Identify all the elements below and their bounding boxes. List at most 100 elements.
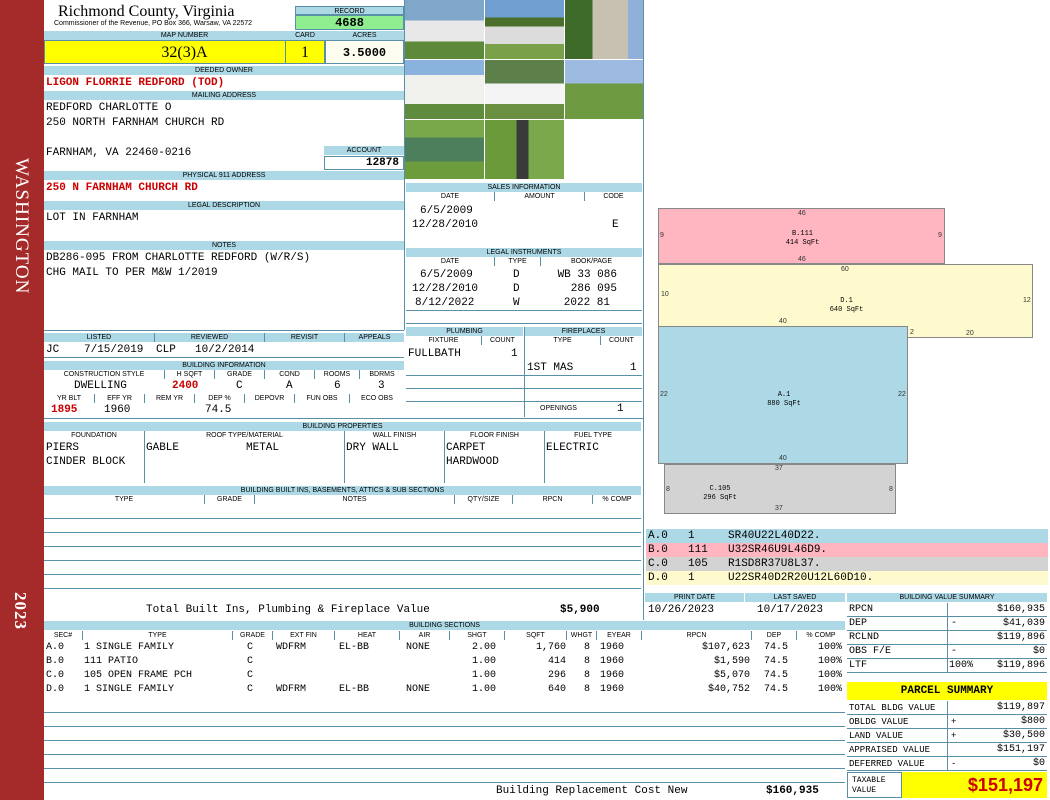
value-value: $0 [1032, 646, 1045, 657]
bedrooms: 3 [378, 380, 385, 392]
section-rpcn: $107,623 [701, 642, 750, 653]
physical-address-label: PHYSICAL 911 ADDRESS [44, 171, 404, 180]
builtins-columns: TYPE GRADE NOTES QTY/SIZE RPCN % COMP [44, 495, 641, 504]
parcel-value: $119,897 [996, 702, 1045, 713]
taxable-value: $151,197 [902, 772, 1047, 798]
value-value: $119,896 [996, 632, 1045, 643]
photo-vehicle[interactable] [485, 60, 564, 119]
section-row: D.0 1 SINGLE FAMILY C WDFRM EL-BB NONE 1.00 640… [44, 683, 844, 697]
section-whgt: 8 [583, 656, 590, 667]
listed-by: JC [46, 344, 60, 356]
properties-columns: FOUNDATION ROOF TYPE/MATERIAL WALL FINIS… [44, 431, 641, 440]
photo-carport[interactable] [565, 60, 644, 119]
reviewed-date: 10/2/2014 [195, 344, 255, 356]
section-grade: C [247, 656, 254, 667]
legal-description-label: LEGAL DESCRIPTION [44, 201, 404, 210]
roof-type: GABLE [146, 442, 180, 454]
value-summary-row: RCLND $119,896 [847, 631, 1047, 645]
building-properties-label: BUILDING PROPERTIES [44, 422, 641, 431]
instrument-2-book: 286 095 [570, 283, 617, 295]
card-label: CARD [285, 31, 325, 40]
section-ext: WDFRM [276, 642, 307, 653]
sketch-area-a[interactable]: A.1 880 SqFt [658, 326, 908, 464]
parcel-summary-row: APPRAISED VALUE $151,197 [847, 743, 1047, 757]
listing-columns: LISTED REVIEWED REVISIT APPEALS [44, 333, 404, 342]
segment-row-c: C.0 105 R1SD8R37U8L37. [646, 557, 1048, 571]
floor-finish-2: HARDWOOD [446, 456, 499, 468]
section-dep: 74.5 [763, 642, 788, 653]
section-sec: A.0 [46, 642, 65, 653]
sales-columns: DATE AMOUNT CODE [406, 192, 642, 201]
value-summary-row: LTF 100% $119,896 [847, 659, 1047, 673]
section-shgt: 2.00 [472, 642, 497, 653]
section-shgt: 1.00 [472, 670, 497, 681]
parcel-summary-row: OBLDG VALUE + $800 [847, 715, 1047, 729]
builtins-label: BUILDING BUILT INS, BASEMENTS, ATTICS & … [44, 486, 641, 495]
taxable-value-label: TAXABLE VALUE [847, 772, 902, 798]
section-whgt: 8 [583, 670, 590, 681]
section-rpcn: $1,590 [713, 656, 750, 667]
parcel-summary-row: LAND VALUE + $30,500 [847, 729, 1047, 743]
section-comp: 100% [817, 656, 842, 667]
account-number: 12878 [324, 156, 404, 170]
instrument-1-type: D [513, 269, 520, 281]
photo-house-1[interactable] [405, 0, 484, 59]
replacement-cost-label: Building Replacement Cost New [496, 785, 688, 797]
section-heat: EL-BB [339, 642, 370, 653]
section-rpcn: $40,752 [707, 684, 750, 695]
section-grade: C [247, 684, 254, 695]
legal-instruments-label: LEGAL INSTRUMENTS [406, 248, 642, 257]
value-summary-row: DEP - $41,039 [847, 617, 1047, 631]
section-sec: C.0 [46, 670, 65, 681]
value-label: RCLND [849, 632, 880, 643]
value-summary-row: RPCN $160,935 [847, 603, 1047, 617]
parcel-value: $30,500 [1002, 730, 1045, 741]
openings-count: 1 [617, 403, 624, 415]
section-eyear: 1960 [600, 670, 625, 681]
photo-house-2[interactable] [565, 0, 644, 59]
parcel-label: LAND VALUE [849, 731, 904, 741]
fireplace-type: 1ST MAS [527, 362, 574, 374]
wall-finish: DRY WALL [346, 442, 399, 454]
photo-shed[interactable] [405, 120, 484, 179]
acres-value: 3.5000 [325, 40, 404, 64]
print-date-label: PRINT DATE [645, 593, 744, 602]
value-summary-row: OBS F/E - $0 [847, 645, 1047, 659]
section-dep: 74.5 [763, 670, 788, 681]
section-whgt: 8 [583, 684, 590, 695]
section-sqft: 1,760 [535, 642, 566, 653]
building-sections-label: BUILDING SECTIONS [44, 621, 845, 630]
mailing-address-label: MAILING ADDRESS [44, 91, 404, 100]
section-dep: 74.5 [763, 656, 788, 667]
deeded-owner: LIGON FLORRIE REDFORD (TOD) [46, 77, 225, 89]
legal-instruments-columns: DATE TYPE BOOK/PAGE [406, 257, 642, 266]
section-air: NONE [406, 684, 431, 695]
instrument-3-book: 2022 81 [563, 297, 610, 309]
rooms: 6 [334, 380, 341, 392]
parcel-label: DEFERRED VALUE [849, 759, 925, 769]
instrument-3-date: 8/12/2022 [415, 297, 475, 309]
section-shgt: 1.00 [472, 656, 497, 667]
section-grade: C [247, 670, 254, 681]
parcel-label: OBLDG VALUE [849, 717, 909, 727]
section-eyear: 1960 [600, 656, 625, 667]
floor-finish-1: CARPET [446, 442, 486, 454]
photo-house-3[interactable] [405, 60, 484, 119]
builtins-total: $5,900 [560, 604, 600, 616]
acres-label: ACRES [325, 31, 404, 40]
fuel-type: ELECTRIC [546, 442, 599, 454]
commissioner-address: Commissioner of the Revenue, PO Box 366,… [54, 20, 253, 27]
photo-mailbox[interactable] [485, 120, 564, 179]
reviewed-by: CLP [156, 344, 176, 356]
segment-row-d: D.0 1 U22SR40D2R20U12L60D10. [646, 571, 1048, 585]
section-sec: B.0 [46, 656, 65, 667]
district-name: WASHINGTON [11, 158, 32, 295]
notes-line-2: CHG MAIL TO PER M&W 1/2019 [46, 267, 218, 279]
record-number: 4688 [295, 15, 404, 30]
section-ext: WDFRM [276, 684, 307, 695]
section-row: C.0 105 OPEN FRAME PCH C 1.00 296 8 1960 $5,070… [44, 669, 844, 683]
account-label: ACCOUNT [324, 146, 404, 155]
photo-outbuilding[interactable] [485, 0, 564, 59]
builtins-total-label: Total Built Ins, Plumbing & Fireplace Va… [146, 604, 430, 616]
openings-label: OPENINGS [540, 405, 577, 412]
